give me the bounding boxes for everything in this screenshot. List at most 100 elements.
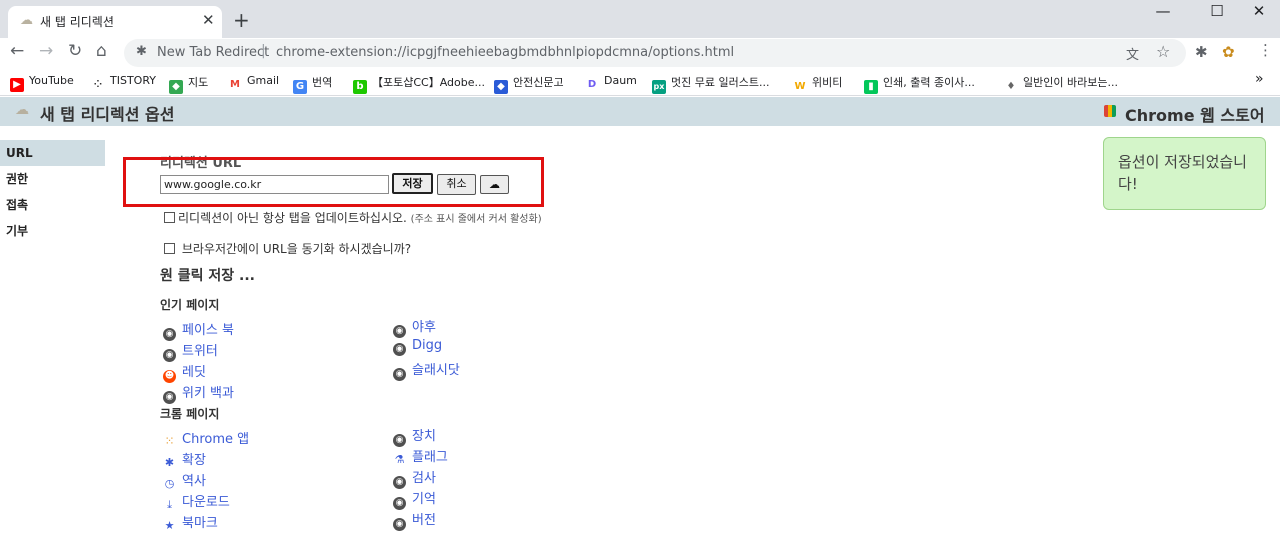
bookmark-youtube[interactable]: ▶ YouTube: [10, 74, 74, 92]
sync-label: 브라우저간에이 URL을 동기화 하시겠습니까?: [181, 242, 412, 256]
bookmarks-bar: ▶ YouTube ⁘ TISTORY ◆ 지도 M Gmail G 번역 b 【포토샵CC…: [0, 68, 1280, 96]
bookmark-tistory[interactable]: ⁘ TISTORY: [91, 74, 156, 92]
extensions-icon[interactable]: ✱: [1195, 43, 1208, 61]
page-title: 새 탭 리디렉션 옵션: [40, 105, 175, 124]
link-chrome-apps[interactable]: ⁙ Chrome 앱: [163, 428, 249, 448]
puzzle-icon: ✱: [164, 456, 175, 469]
tab-strip: ☁ 새 탭 리디렉션 ✕ + — ☐ ✕: [0, 0, 1280, 38]
link-reddit[interactable]: ☻ 레딧: [163, 361, 206, 383]
bookmark-gmail[interactable]: M Gmail: [228, 74, 279, 92]
forward-icon[interactable]: →: [39, 41, 53, 61]
link-yahoo[interactable]: ◉ 야후: [393, 316, 436, 338]
address-url[interactable]: chrome-extension://icpgjfneehieebagbmdbh…: [276, 45, 734, 60]
globe-icon: ◉: [393, 325, 406, 338]
sync-checkbox[interactable]: [164, 243, 175, 254]
bookmark-safety-report[interactable]: ◆ 안전신문고: [494, 74, 564, 94]
link-digg[interactable]: ◉ Digg: [393, 338, 442, 356]
maps-icon: ◆: [169, 80, 183, 94]
bookmark-daum[interactable]: D Daum: [585, 74, 637, 92]
youtube-icon: ▶: [10, 78, 24, 92]
google-translate-icon: G: [293, 80, 307, 94]
link-facebook[interactable]: ◉ 페이스 북: [163, 319, 234, 341]
minimize-icon[interactable]: —: [1140, 2, 1186, 20]
chrome-web-store-link[interactable]: Chrome 웹 스토어: [1125, 102, 1265, 126]
link-flags[interactable]: ⚗ 플래그: [393, 446, 448, 466]
globe-icon: ◉: [393, 518, 406, 531]
gmail-icon: M: [228, 78, 242, 92]
link-twitter[interactable]: ◉ 트위터: [163, 340, 218, 362]
home-icon[interactable]: ⌂: [96, 41, 107, 61]
nav-item-url[interactable]: URL: [0, 140, 105, 166]
link-downloads[interactable]: ⤓ 다운로드: [163, 491, 230, 511]
options-header: ☁ 새 탭 리디렉션 옵션 Chrome 웹 스토어: [0, 97, 1280, 126]
bookmark-general-view[interactable]: ♦ 일반인이 바라보는...: [1004, 74, 1118, 94]
cloud-favicon-icon: ☁: [20, 13, 33, 28]
popular-pages-heading: 인기 페이지: [160, 298, 220, 312]
bookmark-translate[interactable]: G 번역: [293, 74, 332, 94]
bookmark-print-paper[interactable]: ▮ 인쇄, 출력 종이사...: [864, 74, 975, 94]
bookmarks-overflow-icon[interactable]: »: [1255, 71, 1264, 87]
maximize-icon[interactable]: ☐: [1194, 2, 1240, 20]
extension-puzzle-icon: ✱: [136, 44, 147, 59]
bookmark-maps[interactable]: ◆ 지도: [169, 74, 208, 94]
bookmark-star-icon[interactable]: ☆: [1156, 42, 1170, 61]
shield-icon: ◆: [494, 80, 508, 94]
tab-title: 새 탭 리디렉션: [40, 15, 114, 29]
bookmark-wevity[interactable]: W 위비티: [793, 74, 842, 94]
link-memory[interactable]: ◉ 기억: [393, 488, 436, 510]
cloud-logo-icon: ☁: [15, 102, 29, 118]
menu-kebab-icon[interactable]: ⋮: [1258, 41, 1273, 59]
browser-tab[interactable]: ☁ 새 탭 리디렉션 ✕: [8, 6, 222, 38]
globe-icon: ◉: [393, 343, 406, 356]
history-icon: ◷: [164, 477, 175, 490]
person-icon: ♦: [1004, 80, 1018, 94]
download-icon: ⤓: [167, 498, 172, 511]
new-tab-icon[interactable]: +: [233, 8, 250, 32]
browser-toolbar: ← → ↻ ⌂ ✱ New Tab Redirect | chrome-exte…: [0, 38, 1280, 68]
link-slashdot[interactable]: ◉ 슬래시닷: [393, 359, 460, 381]
star-icon: ★: [164, 519, 175, 532]
address-separator: |: [261, 43, 266, 59]
update-tab-label: 리디렉션이 아닌 항상 탭을 업데이트하십시오.: [178, 211, 407, 225]
pixabay-icon: px: [652, 80, 666, 94]
window-close-icon[interactable]: ✕: [1236, 2, 1280, 20]
update-tab-note: (주소 표시 줄에서 커서 활성화): [410, 214, 542, 225]
profile-avatar-icon[interactable]: ✿: [1222, 43, 1235, 61]
link-extensions[interactable]: ✱ 확장: [163, 449, 206, 469]
link-wikipedia[interactable]: ◉ 위키 백과: [163, 382, 234, 404]
nav-item-donate[interactable]: 기부: [0, 218, 105, 244]
daum-icon: D: [585, 78, 599, 92]
sync-option[interactable]: 브라우저간에이 URL을 동기화 하시겠습니까?: [164, 240, 411, 257]
apps-grid-icon: ⁙: [164, 434, 175, 448]
address-site-name: New Tab Redirect: [157, 45, 270, 60]
link-inspect[interactable]: ◉ 검사: [393, 467, 436, 489]
link-devices[interactable]: ◉ 장치: [393, 425, 436, 447]
back-icon[interactable]: ←: [10, 41, 24, 61]
link-bookmarks[interactable]: ★ 북마크: [163, 512, 218, 532]
tistory-icon: ⁘: [91, 78, 105, 92]
reload-icon[interactable]: ↻: [68, 41, 82, 61]
nav-item-permissions[interactable]: 권한: [0, 166, 105, 192]
wevity-icon: W: [793, 80, 807, 94]
update-tab-option[interactable]: 리디렉션이 아닌 항상 탭을 업데이트하십시오. (주소 표시 줄에서 커서 활…: [164, 209, 542, 226]
translate-icon[interactable]: 文: [1126, 44, 1139, 63]
tab-close-icon[interactable]: ✕: [202, 11, 215, 29]
bookmark-photoshop[interactable]: b 【포토샵CC】Adobe...: [353, 74, 485, 94]
saved-notification: 옵션이 저장되었습니다!: [1103, 137, 1266, 210]
link-version[interactable]: ◉ 버전: [393, 509, 436, 531]
one-click-heading: 원 클릭 저장 ...: [160, 268, 255, 284]
chrome-web-store-icon: [1104, 105, 1116, 117]
highlight-annotation-box: [123, 157, 544, 207]
globe-icon: ◉: [163, 391, 176, 404]
chrome-pages-heading: 크롬 페이지: [160, 407, 220, 421]
nav-item-contact[interactable]: 접촉: [0, 192, 105, 218]
address-bar[interactable]: ✱ New Tab Redirect | chrome-extension://…: [124, 39, 1186, 67]
side-nav: URL 권한 접촉 기부: [0, 140, 105, 244]
globe-icon: ◉: [393, 368, 406, 381]
flask-icon: ⚗: [394, 453, 405, 466]
blog-icon: b: [353, 80, 367, 94]
naver-icon: ▮: [864, 80, 878, 94]
bookmark-illustrations[interactable]: px 멋진 무료 일러스트...: [652, 74, 769, 94]
update-tab-checkbox[interactable]: [164, 212, 175, 223]
link-history[interactable]: ◷ 역사: [163, 470, 206, 490]
